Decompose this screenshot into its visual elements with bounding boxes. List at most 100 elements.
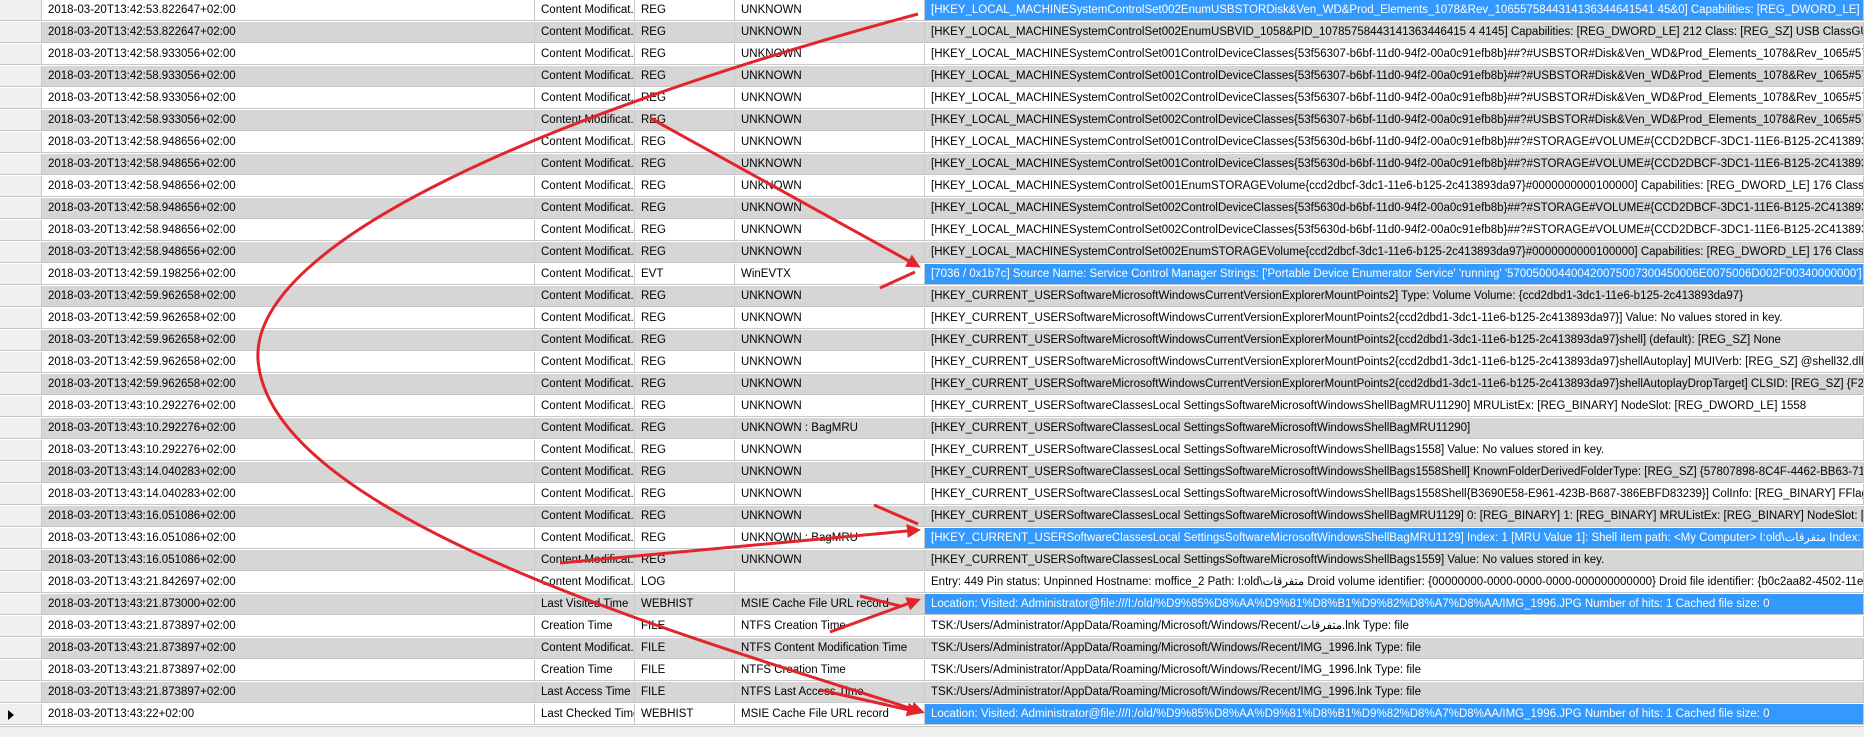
row-header[interactable] <box>0 242 42 263</box>
message-cell[interactable]: [HKEY_LOCAL_MACHINESystemControlSet001Co… <box>925 44 1864 65</box>
row-header[interactable] <box>0 88 42 109</box>
timestamp-desc-cell[interactable]: Content Modificat... <box>535 0 635 21</box>
message-cell[interactable]: [HKEY_LOCAL_MACHINESystemControlSet002En… <box>925 22 1864 43</box>
timestamp-desc-cell[interactable]: Content Modificat... <box>535 44 635 65</box>
source-long-cell[interactable]: UNKNOWN <box>735 154 925 175</box>
row-header[interactable] <box>0 396 42 417</box>
datetime-cell[interactable]: 2018-03-20T13:43:10.292276+02:00 <box>42 396 535 417</box>
source-type-cell[interactable]: REG <box>635 132 735 153</box>
row-header[interactable] <box>0 352 42 373</box>
row-header[interactable] <box>0 110 42 131</box>
table-row[interactable]: 2018-03-20T13:42:58.948656+02:00 Content … <box>0 242 1864 264</box>
source-type-cell[interactable]: REG <box>635 110 735 131</box>
datetime-cell[interactable]: 2018-03-20T13:42:58.933056+02:00 <box>42 66 535 87</box>
message-cell[interactable]: [HKEY_LOCAL_MACHINESystemControlSet002En… <box>925 0 1864 21</box>
datetime-cell[interactable]: 2018-03-20T13:43:16.051086+02:00 <box>42 506 535 527</box>
table-row[interactable]: 2018-03-20T13:42:59.198256+02:00 Content … <box>0 264 1864 286</box>
message-cell[interactable]: [HKEY_CURRENT_USERSoftwareClassesLocal S… <box>925 528 1864 549</box>
timestamp-desc-cell[interactable]: Content Modificat... <box>535 154 635 175</box>
source-long-cell[interactable]: UNKNOWN <box>735 374 925 395</box>
message-cell[interactable]: [HKEY_CURRENT_USERSoftwareClassesLocal S… <box>925 418 1864 439</box>
timestamp-desc-cell[interactable]: Last Access Time <box>535 682 635 703</box>
datetime-cell[interactable]: 2018-03-20T13:43:22+02:00 <box>42 704 535 725</box>
source-type-cell[interactable]: REG <box>635 550 735 571</box>
table-row[interactable]: 2018-03-20T13:43:21.873897+02:00 Creation… <box>0 616 1864 638</box>
table-row[interactable]: 2018-03-20T13:42:58.948656+02:00 Content … <box>0 132 1864 154</box>
datetime-cell[interactable]: 2018-03-20T13:42:58.933056+02:00 <box>42 44 535 65</box>
source-type-cell[interactable]: REG <box>635 418 735 439</box>
source-type-cell[interactable]: REG <box>635 308 735 329</box>
datetime-cell[interactable]: 2018-03-20T13:42:59.962658+02:00 <box>42 352 535 373</box>
row-header[interactable] <box>0 308 42 329</box>
source-type-cell[interactable]: REG <box>635 176 735 197</box>
table-row[interactable]: 2018-03-20T13:43:21.873897+02:00 Last Acc… <box>0 682 1864 704</box>
datetime-cell[interactable]: 2018-03-20T13:43:21.873897+02:00 <box>42 660 535 681</box>
datetime-cell[interactable]: 2018-03-20T13:43:10.292276+02:00 <box>42 418 535 439</box>
datetime-cell[interactable]: 2018-03-20T13:43:21.873000+02:00 <box>42 594 535 615</box>
table-row[interactable]: 2018-03-20T13:42:58.948656+02:00 Content … <box>0 176 1864 198</box>
timestamp-desc-cell[interactable]: Content Modificat... <box>535 22 635 43</box>
table-row[interactable]: 2018-03-20T13:43:14.040283+02:00 Content … <box>0 484 1864 506</box>
table-row[interactable]: 2018-03-20T13:42:59.962658+02:00 Content … <box>0 330 1864 352</box>
message-cell[interactable]: TSK:/Users/Administrator/AppData/Roaming… <box>925 616 1864 637</box>
row-header[interactable] <box>0 616 42 637</box>
message-cell[interactable]: Location: Visited: Administrator@file://… <box>925 594 1864 615</box>
source-type-cell[interactable]: LOG <box>635 572 735 593</box>
datetime-cell[interactable]: 2018-03-20T13:42:58.933056+02:00 <box>42 88 535 109</box>
datetime-cell[interactable]: 2018-03-20T13:42:59.962658+02:00 <box>42 330 535 351</box>
table-row[interactable]: 2018-03-20T13:42:59.962658+02:00 Content … <box>0 352 1864 374</box>
source-long-cell[interactable]: UNKNOWN <box>735 66 925 87</box>
source-long-cell[interactable]: UNKNOWN <box>735 176 925 197</box>
table-row[interactable]: 2018-03-20T13:42:58.948656+02:00 Content … <box>0 198 1864 220</box>
datetime-cell[interactable]: 2018-03-20T13:43:14.040283+02:00 <box>42 462 535 483</box>
source-long-cell[interactable]: UNKNOWN <box>735 0 925 21</box>
row-header[interactable] <box>0 264 42 285</box>
source-long-cell[interactable]: NTFS Content Modification Time <box>735 638 925 659</box>
datetime-cell[interactable]: 2018-03-20T13:42:58.948656+02:00 <box>42 154 535 175</box>
table-row[interactable]: 2018-03-20T13:42:53.822647+02:00 Content … <box>0 0 1864 22</box>
datetime-cell[interactable]: 2018-03-20T13:43:21.873897+02:00 <box>42 638 535 659</box>
row-header[interactable] <box>0 704 42 725</box>
message-cell[interactable]: [HKEY_CURRENT_USERSoftwareClassesLocal S… <box>925 440 1864 461</box>
row-header[interactable] <box>0 506 42 527</box>
source-type-cell[interactable]: REG <box>635 44 735 65</box>
source-type-cell[interactable]: REG <box>635 66 735 87</box>
source-type-cell[interactable]: REG <box>635 286 735 307</box>
message-cell[interactable]: [HKEY_LOCAL_MACHINESystemControlSet002Co… <box>925 198 1864 219</box>
datetime-cell[interactable]: 2018-03-20T13:43:16.051086+02:00 <box>42 550 535 571</box>
table-row[interactable]: 2018-03-20T13:42:53.822647+02:00 Content … <box>0 22 1864 44</box>
source-long-cell[interactable]: UNKNOWN <box>735 352 925 373</box>
table-row[interactable]: 2018-03-20T13:43:21.842697+02:00 Content … <box>0 572 1864 594</box>
timestamp-desc-cell[interactable]: Content Modificat... <box>535 396 635 417</box>
datetime-cell[interactable]: 2018-03-20T13:42:58.948656+02:00 <box>42 198 535 219</box>
timestamp-desc-cell[interactable]: Content Modificat... <box>535 506 635 527</box>
source-long-cell[interactable]: UNKNOWN : BagMRU <box>735 418 925 439</box>
timestamp-desc-cell[interactable]: Content Modificat... <box>535 132 635 153</box>
datetime-cell[interactable]: 2018-03-20T13:42:53.822647+02:00 <box>42 22 535 43</box>
row-header[interactable] <box>0 66 42 87</box>
source-type-cell[interactable]: REG <box>635 484 735 505</box>
row-header[interactable] <box>0 638 42 659</box>
source-long-cell[interactable]: UNKNOWN <box>735 396 925 417</box>
message-cell[interactable]: Location: Visited: Administrator@file://… <box>925 704 1864 725</box>
row-header[interactable] <box>0 198 42 219</box>
row-header[interactable] <box>0 22 42 43</box>
table-row[interactable]: 2018-03-20T13:43:16.051086+02:00 Content … <box>0 550 1864 572</box>
timestamp-desc-cell[interactable]: Content Modificat... <box>535 88 635 109</box>
message-cell[interactable]: Entry: 449 Pin status: Unpinned Hostname… <box>925 572 1864 593</box>
timestamp-desc-cell[interactable]: Content Modificat... <box>535 242 635 263</box>
source-type-cell[interactable]: REG <box>635 506 735 527</box>
message-cell[interactable]: TSK:/Users/Administrator/AppData/Roaming… <box>925 682 1864 703</box>
timestamp-desc-cell[interactable]: Content Modificat... <box>535 308 635 329</box>
timestamp-desc-cell[interactable]: Content Modificat... <box>535 484 635 505</box>
datetime-cell[interactable]: 2018-03-20T13:43:21.873897+02:00 <box>42 616 535 637</box>
message-cell[interactable]: [HKEY_CURRENT_USERSoftwareClassesLocal S… <box>925 484 1864 505</box>
source-long-cell[interactable]: UNKNOWN <box>735 110 925 131</box>
message-cell[interactable]: [HKEY_CURRENT_USERSoftwareClassesLocal S… <box>925 396 1864 417</box>
source-long-cell[interactable]: UNKNOWN <box>735 484 925 505</box>
timestamp-desc-cell[interactable]: Content Modificat... <box>535 440 635 461</box>
source-long-cell[interactable]: UNKNOWN <box>735 308 925 329</box>
timestamp-desc-cell[interactable]: Content Modificat... <box>535 330 635 351</box>
table-row[interactable]: 2018-03-20T13:43:21.873897+02:00 Creation… <box>0 660 1864 682</box>
message-cell[interactable]: [HKEY_CURRENT_USERSoftwareMicrosoftWindo… <box>925 352 1864 373</box>
